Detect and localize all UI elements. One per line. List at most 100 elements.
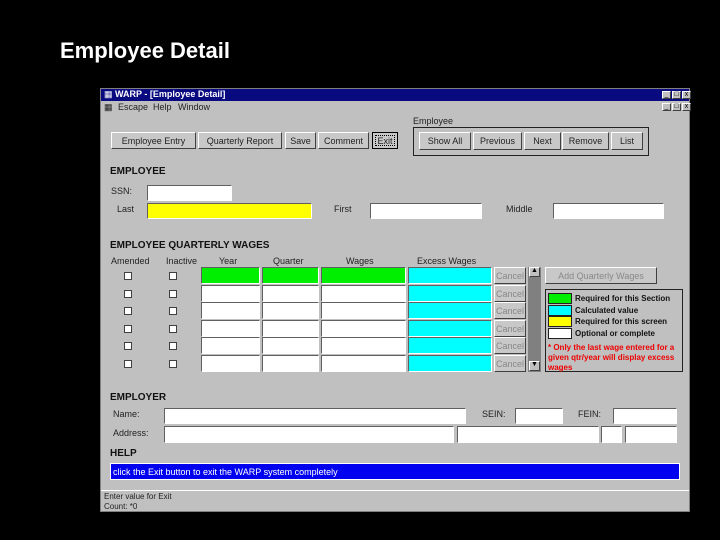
show-all-button[interactable]: Show All bbox=[419, 132, 471, 150]
wages-heading: EMPLOYEE QUARTERLY WAGES bbox=[110, 240, 270, 251]
first-name-input[interactable] bbox=[370, 203, 482, 219]
quarter-input[interactable] bbox=[262, 337, 319, 354]
col-amended: Amended bbox=[111, 256, 150, 266]
quarterly-report-button[interactable]: Quarterly Report bbox=[198, 132, 282, 149]
address-city-input[interactable] bbox=[457, 426, 599, 443]
quarter-input[interactable] bbox=[262, 267, 319, 284]
employer-name-input[interactable] bbox=[164, 408, 466, 424]
excess-wages-field bbox=[408, 302, 492, 319]
maximize-icon[interactable]: □ bbox=[672, 91, 681, 99]
cancel-button[interactable]: Cancel bbox=[494, 337, 526, 354]
year-input[interactable] bbox=[201, 355, 260, 372]
excess-wages-field bbox=[408, 267, 492, 284]
address-label: Address: bbox=[113, 428, 149, 438]
ssn-input[interactable] bbox=[147, 185, 232, 201]
sein-label: SEIN: bbox=[482, 409, 506, 419]
minimize-icon[interactable]: _ bbox=[662, 91, 671, 99]
legend-label: Optional or complete bbox=[575, 328, 656, 338]
save-button[interactable]: Save bbox=[285, 132, 316, 149]
inactive-checkbox[interactable] bbox=[169, 360, 177, 368]
cancel-button[interactable]: Cancel bbox=[494, 285, 526, 302]
cancel-button[interactable]: Cancel bbox=[494, 320, 526, 337]
legend-swatch bbox=[548, 293, 572, 304]
year-input[interactable] bbox=[201, 302, 260, 319]
employee-entry-button[interactable]: Employee Entry bbox=[111, 132, 196, 149]
menu-bar: ▦ Escape Help Window _ □ x bbox=[101, 101, 691, 113]
amended-checkbox[interactable] bbox=[124, 272, 132, 280]
add-quarterly-wages-button[interactable]: Add Quarterly Wages bbox=[545, 267, 657, 284]
last-name-input[interactable] bbox=[147, 203, 312, 219]
amended-checkbox[interactable] bbox=[124, 307, 132, 315]
exit-button[interactable]: Exit bbox=[372, 132, 398, 149]
wages-input[interactable] bbox=[321, 285, 406, 302]
employee-heading: EMPLOYEE bbox=[110, 166, 166, 177]
status-count: Count: *0 bbox=[104, 502, 138, 511]
inactive-checkbox[interactable] bbox=[169, 272, 177, 280]
status-message: Enter value for Exit bbox=[104, 492, 172, 501]
wages-input[interactable] bbox=[321, 355, 406, 372]
inactive-checkbox[interactable] bbox=[169, 342, 177, 350]
quarter-input[interactable] bbox=[262, 302, 319, 319]
excess-wages-field bbox=[408, 337, 492, 354]
amended-checkbox[interactable] bbox=[124, 360, 132, 368]
app-window: ▦ WARP - [Employee Detail] _ □ x ▦ Escap… bbox=[100, 88, 691, 512]
employer-name-label: Name: bbox=[113, 409, 140, 419]
doc-restore-icon[interactable]: □ bbox=[672, 103, 681, 111]
scroll-down-icon[interactable]: ▼ bbox=[529, 361, 540, 371]
middle-name-input[interactable] bbox=[553, 203, 664, 219]
legend-note: * Only the last wage entered for a given… bbox=[548, 343, 675, 372]
legend-label: Calculated value bbox=[575, 305, 639, 315]
quarter-input[interactable] bbox=[262, 320, 319, 337]
inactive-checkbox[interactable] bbox=[169, 307, 177, 315]
menu-escape[interactable]: Escape bbox=[118, 102, 148, 112]
legend-swatch bbox=[548, 316, 572, 327]
quarter-input[interactable] bbox=[262, 285, 319, 302]
menu-window[interactable]: Window bbox=[178, 102, 210, 112]
comment-button[interactable]: Comment bbox=[318, 132, 369, 149]
last-name-label: Last bbox=[117, 204, 135, 214]
status-bar: Enter value for Exit Count: *0 bbox=[101, 490, 689, 511]
menu-help[interactable]: Help bbox=[153, 102, 172, 112]
wages-input[interactable] bbox=[321, 320, 406, 337]
address-street-input[interactable] bbox=[164, 426, 454, 443]
excess-wages-field bbox=[408, 285, 492, 302]
app-icon: ▦ bbox=[104, 89, 113, 99]
wages-input[interactable] bbox=[321, 302, 406, 319]
employer-heading: EMPLOYER bbox=[110, 392, 167, 403]
year-input[interactable] bbox=[201, 285, 260, 302]
previous-button[interactable]: Previous bbox=[473, 132, 522, 150]
inactive-checkbox[interactable] bbox=[169, 290, 177, 298]
year-input[interactable] bbox=[201, 320, 260, 337]
fein-input[interactable] bbox=[613, 408, 677, 424]
col-inactive: Inactive bbox=[166, 256, 198, 266]
cancel-button[interactable]: Cancel bbox=[494, 267, 526, 284]
address-zip-input[interactable] bbox=[625, 426, 677, 443]
list-button[interactable]: List bbox=[611, 132, 643, 150]
col-wages: Wages bbox=[346, 256, 374, 266]
remove-button[interactable]: Remove bbox=[562, 132, 609, 150]
quarter-input[interactable] bbox=[262, 355, 319, 372]
wages-input[interactable] bbox=[321, 337, 406, 354]
sein-input[interactable] bbox=[515, 408, 563, 424]
cancel-button[interactable]: Cancel bbox=[494, 355, 526, 372]
col-excess-wages: Excess Wages bbox=[417, 256, 477, 266]
slide-title: Employee Detail bbox=[60, 38, 230, 63]
address-state-input[interactable] bbox=[601, 426, 622, 443]
excess-wages-field bbox=[408, 355, 492, 372]
cancel-button[interactable]: Cancel bbox=[494, 302, 526, 319]
close-icon[interactable]: x bbox=[682, 91, 691, 99]
year-input[interactable] bbox=[201, 267, 260, 284]
doc-close-icon[interactable]: x bbox=[682, 103, 691, 111]
amended-checkbox[interactable] bbox=[124, 325, 132, 333]
doc-minimize-icon[interactable]: _ bbox=[662, 103, 671, 111]
wages-scrollbar[interactable]: ▲ ▼ bbox=[528, 267, 541, 372]
scroll-up-icon[interactable]: ▲ bbox=[529, 267, 540, 277]
legend-swatch bbox=[548, 327, 572, 339]
next-button[interactable]: Next bbox=[524, 132, 561, 150]
inactive-checkbox[interactable] bbox=[169, 325, 177, 333]
year-input[interactable] bbox=[201, 337, 260, 354]
wages-input[interactable] bbox=[321, 267, 406, 284]
legend: Required for this Section Calculated val… bbox=[545, 289, 683, 372]
amended-checkbox[interactable] bbox=[124, 342, 132, 350]
amended-checkbox[interactable] bbox=[124, 290, 132, 298]
